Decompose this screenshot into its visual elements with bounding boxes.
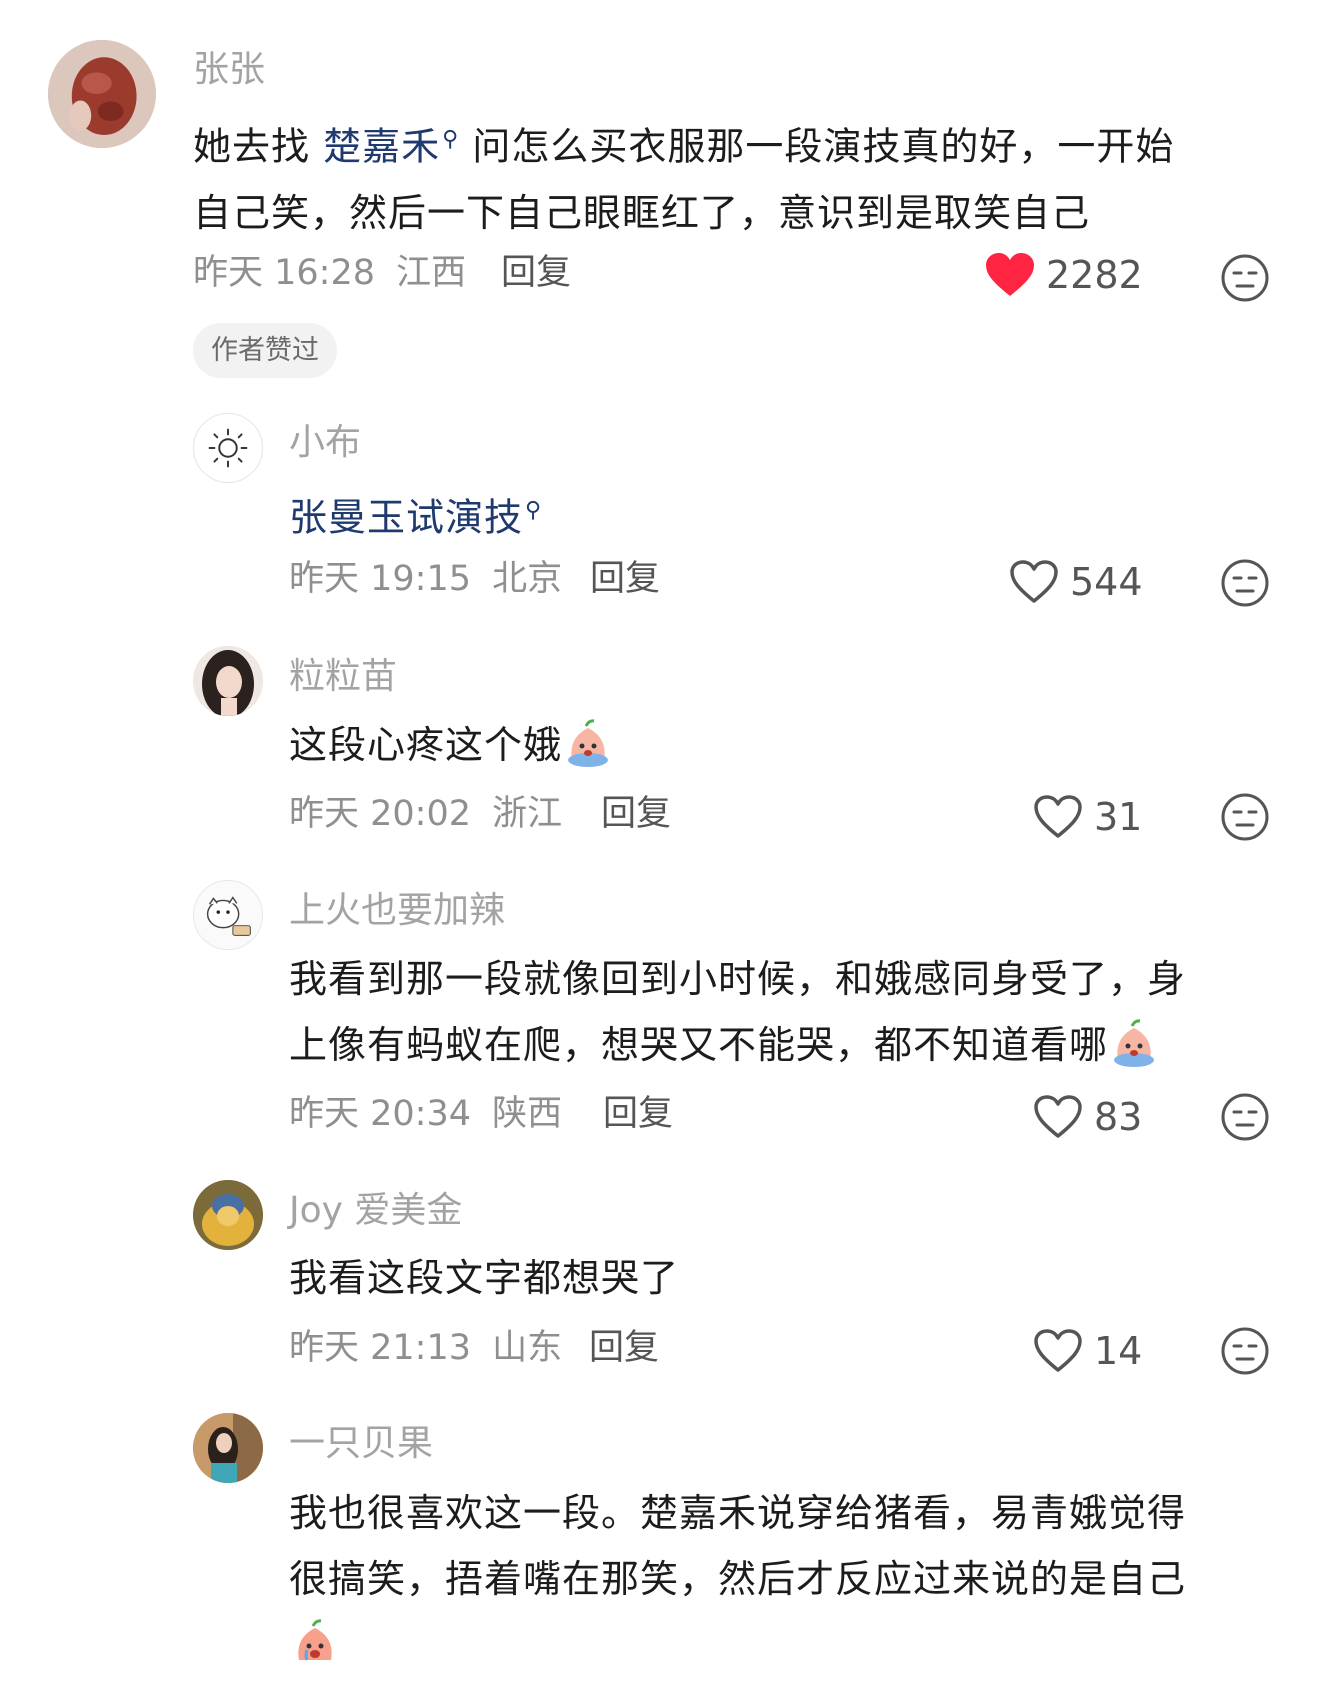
comment-text: 我看到那一段就像回到小时候，和娥感同身受了，身 上像有蚂蚁在爬，想哭又不能哭，都…: [289, 946, 1289, 1078]
comment-time: 昨天 20:02: [289, 794, 471, 834]
comment-author[interactable]: 一只贝果: [289, 1426, 433, 1462]
comment-text-segment: 问怎么买衣服那一段演技真的好，一开始: [459, 124, 1175, 169]
like-button[interactable]: 2282: [984, 252, 1143, 298]
comment-text-segment: 很搞笑，捂着嘴在那笑，然后才反应过来说的是自己: [289, 1557, 1187, 1601]
comment-text: 我看这段文字都想哭了: [289, 1245, 1269, 1311]
mention-link[interactable]: 张曼玉试演技: [289, 496, 523, 540]
comment-location: 北京: [492, 559, 563, 599]
comment-author[interactable]: 张张: [193, 52, 265, 88]
dislike-button[interactable]: [1220, 558, 1270, 608]
mention-link[interactable]: 楚嘉禾: [323, 125, 440, 169]
comment-location: 江西: [396, 253, 467, 293]
dislike-button[interactable]: [1220, 792, 1270, 842]
avatar[interactable]: [193, 880, 263, 950]
search-icon[interactable]: ⚲: [442, 127, 459, 152]
comment-time: 昨天 20:34: [289, 1094, 471, 1134]
meh-face-icon: [1221, 559, 1269, 607]
like-count: 83: [1094, 1095, 1143, 1139]
comment-text-segment: 我也很喜欢这一段。楚嘉禾说穿给猪看，易青娥觉得: [289, 1491, 1187, 1535]
crying-peach-emoji-icon: [562, 716, 614, 768]
comment-text: 张曼玉试演技⚲: [289, 478, 1269, 551]
search-icon[interactable]: ⚲: [525, 498, 542, 523]
comment-meta: 昨天 19:15 北京: [289, 562, 562, 597]
woman-avatar-icon: [193, 1413, 263, 1483]
comment-author[interactable]: Joy 爱美金: [289, 1193, 462, 1229]
meh-face-icon: [1221, 793, 1269, 841]
author-liked-badge: 作者赞过: [193, 323, 337, 378]
reply-button[interactable]: 回复: [589, 1331, 659, 1366]
heart-outline-icon: [1034, 795, 1082, 838]
like-count: 31: [1094, 795, 1143, 839]
heart-outline-icon: [1034, 1095, 1082, 1138]
crying-peach-emoji-icon: [1108, 1016, 1160, 1068]
avatar[interactable]: [48, 40, 156, 148]
comment-text-segment: 我看这段文字都想哭了: [289, 1256, 680, 1300]
reply-button[interactable]: 回复: [601, 797, 671, 832]
comment-time: 昨天 19:15: [289, 559, 471, 599]
comment-meta: 昨天 20:34 陕西: [289, 1097, 562, 1132]
comment-text-segment: 上像有蚂蚁在爬，想哭又不能哭，都不知道看哪: [289, 1023, 1109, 1067]
avatar[interactable]: [193, 1180, 263, 1250]
reply-button[interactable]: 回复: [501, 256, 571, 291]
meat-avatar-icon: [48, 40, 156, 148]
comment-text: 她去找 楚嘉禾⚲ 问怎么买衣服那一段演技真的好，一开始 自己笑，然后一下自己眼眶…: [193, 107, 1273, 246]
dislike-button[interactable]: [1220, 253, 1270, 303]
comment-text-segment: 这段心疼这个娥: [289, 723, 563, 767]
meh-face-icon: [1221, 1093, 1269, 1141]
reply-button[interactable]: 回复: [603, 1097, 673, 1132]
like-button[interactable]: 31: [1032, 794, 1142, 840]
comment-author[interactable]: 上火也要加辣: [289, 893, 505, 929]
comment-author[interactable]: 小布: [289, 425, 361, 461]
comment-meta: 昨天 21:13 山东: [289, 1331, 562, 1366]
comment-meta: 昨天 16:28 江西: [193, 256, 466, 291]
meh-face-icon: [1221, 1327, 1269, 1375]
meh-face-icon: [1221, 254, 1269, 302]
heart-outline-icon: [1010, 560, 1058, 603]
comment-text: 这段心疼这个娥: [289, 712, 1269, 778]
comment-location: 陕西: [492, 1094, 563, 1134]
comment-text: 我也很喜欢这一段。楚嘉禾说穿给猪看，易青娥觉得 很搞笑，捂着嘴在那笑，然后才反应…: [289, 1480, 1289, 1678]
comment-meta: 昨天 20:02 浙江: [289, 797, 562, 832]
like-count: 14: [1094, 1329, 1143, 1373]
dislike-button[interactable]: [1220, 1326, 1270, 1376]
avatar[interactable]: [193, 646, 263, 716]
crying-peach-emoji-icon: [289, 1616, 341, 1668]
heart-outline-icon: [1034, 1329, 1082, 1372]
like-button[interactable]: 544: [1008, 559, 1143, 605]
cartoon-dog-avatar-icon: [194, 881, 262, 949]
comment-location: 浙江: [492, 794, 563, 834]
comment-text-segment: 我看到那一段就像回到小时候，和娥感同身受了，身: [289, 957, 1187, 1001]
reply-button[interactable]: 回复: [590, 562, 660, 597]
heart-filled-icon: [986, 253, 1034, 296]
comment-text-segment: 自己笑，然后一下自己眼眶红了，意识到是取笑自己: [193, 190, 1091, 235]
comment-location: 山东: [492, 1328, 563, 1368]
dislike-button[interactable]: [1220, 1092, 1270, 1142]
comment-author[interactable]: 粒粒苗: [289, 659, 397, 695]
like-count: 2282: [1046, 253, 1143, 297]
gold-figure-avatar-icon: [193, 1180, 263, 1250]
comment-time: 昨天 21:13: [289, 1328, 471, 1368]
avatar[interactable]: [193, 413, 263, 483]
avatar[interactable]: [193, 1413, 263, 1483]
like-count: 544: [1070, 560, 1143, 604]
like-button[interactable]: 14: [1032, 1328, 1142, 1374]
comment-time: 昨天 16:28: [193, 253, 375, 293]
sun-avatar-icon: [208, 428, 248, 468]
girl-avatar-icon: [193, 646, 263, 716]
comment-text-segment: 她去找: [193, 124, 324, 169]
like-button[interactable]: 83: [1032, 1094, 1142, 1140]
